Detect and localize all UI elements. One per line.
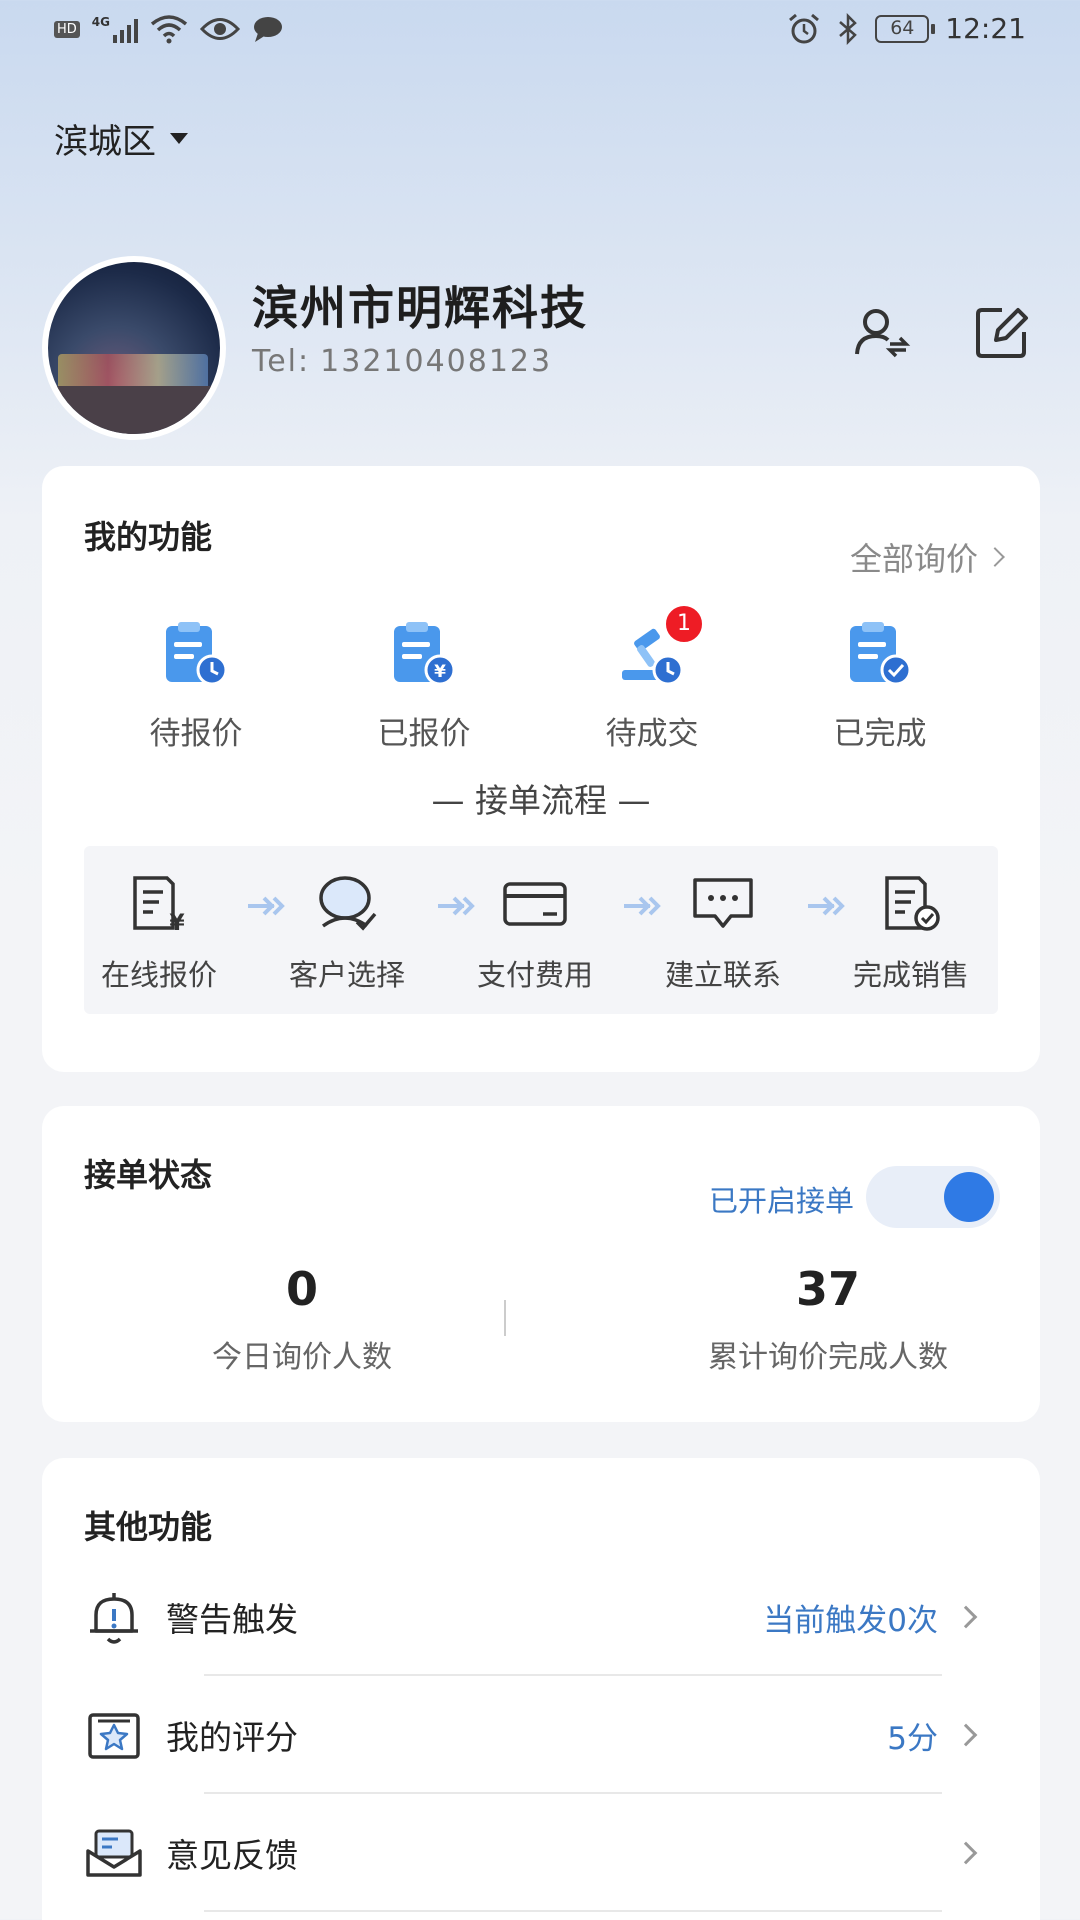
chevron-right-icon: [985, 547, 1005, 567]
accept-orders-toggle[interactable]: [866, 1166, 1000, 1228]
row-my-rating[interactable]: 我的评分 5分: [84, 1676, 998, 1794]
order-status-title: 接单状态: [84, 1156, 213, 1194]
flow-label: 完成销售: [852, 958, 969, 992]
status-bar-right: 64 12:21: [787, 12, 1026, 45]
chat-bubble-icon: [693, 878, 753, 928]
status-bar-left: HD 4G: [54, 14, 284, 44]
order-flow: ¥ 在线报价 客户选择 支付费用 建立联系 完成销售: [84, 846, 998, 1014]
flow-step-pay: 支付费用: [460, 874, 610, 994]
wifi-icon: [150, 15, 188, 44]
flow-label: 支付费用: [476, 958, 593, 992]
row-label: 我的评分: [166, 1718, 298, 1757]
flow-title: — 接单流程 —: [431, 781, 651, 820]
flow-step-select: 客户选择: [272, 874, 422, 994]
location-selector[interactable]: 滨城区: [54, 114, 188, 163]
clipboard-clock-icon: [166, 622, 228, 686]
document-check-icon: [885, 876, 940, 931]
func-pending-deal[interactable]: 1 待成交: [538, 604, 766, 753]
row-value: 5分: [887, 1720, 938, 1757]
location-label: 滨城区: [54, 122, 156, 162]
switch-user-icon[interactable]: [852, 302, 912, 362]
other-functions-card: 其他功能 警告触发 当前触发0次 我的评分 5分 意见反馈: [42, 1458, 1040, 1920]
flow-label: 客户选择: [288, 958, 405, 992]
toggle-knob: [944, 1172, 994, 1222]
caret-down-icon: [170, 133, 188, 144]
bluetooth-icon: [839, 12, 858, 45]
flow-label: 在线报价: [100, 958, 217, 992]
quote-document-icon: ¥: [133, 876, 185, 934]
func-label: 待报价: [149, 716, 243, 752]
all-inquiry-label: 全部询价: [849, 540, 978, 578]
edit-icon[interactable]: [972, 302, 1032, 362]
total-count: 37: [795, 1262, 860, 1316]
row-value: 当前触发0次: [763, 1602, 938, 1639]
customer-select-icon: [319, 876, 377, 931]
svg-text:¥: ¥: [434, 662, 446, 682]
func-pending-quote[interactable]: 待报价: [82, 616, 310, 753]
functions-title: 我的功能: [84, 518, 213, 556]
hd-icon: HD: [54, 20, 80, 38]
feedback-mail-icon: [86, 1829, 142, 1877]
signal-4g-icon: 4G: [92, 15, 138, 43]
func-completed[interactable]: 已完成: [766, 616, 994, 753]
row-alarm-trigger[interactable]: 警告触发 当前触发0次: [84, 1558, 998, 1676]
order-status-card: 接单状态 已开启接单 0 今日询价人数 37 累计询价完成人数: [42, 1106, 1040, 1422]
flow-step-quote: ¥ 在线报价: [84, 874, 234, 994]
battery-icon: 64: [875, 14, 936, 43]
rating-star-icon: [88, 1713, 140, 1759]
card-icon: [503, 882, 567, 926]
flow-step-contact: 建立联系: [648, 874, 798, 994]
total-stat: 37 累计询价完成人数: [628, 1262, 1028, 1376]
alarm-bell-icon: [90, 1593, 138, 1644]
company-name: 滨州市明辉科技: [252, 281, 588, 335]
alarm-icon: [789, 13, 820, 43]
tel-number: 13210408123: [320, 344, 553, 379]
all-inquiry-link[interactable]: 全部询价: [849, 534, 1005, 580]
flow-step-complete: 完成销售: [836, 874, 986, 994]
func-label: 已报价: [377, 716, 471, 752]
chevron-right-icon: [954, 1841, 978, 1865]
chevron-right-icon: [954, 1723, 978, 1747]
toggle-label: 已开启接单: [708, 1184, 854, 1218]
other-title: 其他功能: [84, 1508, 213, 1546]
flow-label: 建立联系: [664, 958, 781, 992]
message-icon: [254, 17, 282, 42]
func-label: 待成交: [605, 716, 699, 752]
row-label: 意见反馈: [166, 1836, 298, 1875]
clipboard-yen-icon: ¥: [394, 622, 456, 686]
clipboard-check-icon: [850, 622, 912, 686]
tel-label: Tel:: [252, 344, 311, 379]
today-label: 今日询价人数: [212, 1340, 392, 1375]
functions-grid: 待报价 ¥ 已报价 1 待成交 已完成: [42, 604, 1040, 753]
today-count: 0: [285, 1262, 318, 1316]
row-feedback[interactable]: 意见反馈: [84, 1794, 998, 1912]
func-label: 已完成: [833, 716, 927, 752]
func-quoted[interactable]: ¥ 已报价: [310, 616, 538, 753]
status-bar: HD 4G 64 12:21: [0, 0, 1080, 62]
eye-icon: [200, 18, 240, 40]
today-stat: 0 今日询价人数: [102, 1262, 502, 1376]
row-label: 警告触发: [166, 1600, 298, 1639]
pending-deal-badge: 1: [664, 604, 704, 644]
svg-text:¥: ¥: [169, 911, 185, 934]
clock-time: 12:21: [945, 12, 1026, 45]
chevron-right-icon: [954, 1605, 978, 1629]
company-tel: Tel: 13210408123: [252, 344, 552, 379]
divider: [504, 1300, 506, 1336]
total-label: 累计询价完成人数: [708, 1340, 948, 1375]
functions-card: 我的功能 全部询价 待报价 ¥ 已报价 1 待成交 已完成 — 接单流程 — ¥…: [42, 466, 1040, 1072]
avatar[interactable]: [42, 256, 226, 440]
